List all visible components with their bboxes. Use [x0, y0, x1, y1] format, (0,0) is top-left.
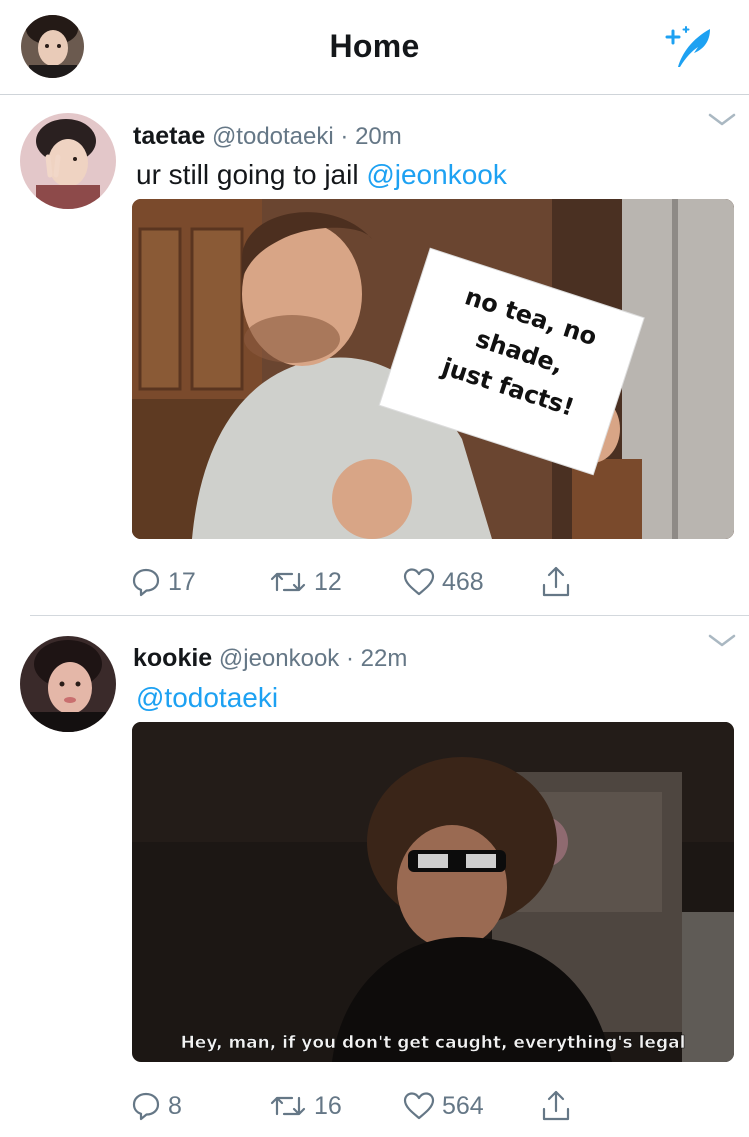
- share-icon: [542, 1090, 570, 1121]
- tweet-options-chevron-icon[interactable]: [706, 632, 738, 650]
- reply-count: 8: [168, 1091, 182, 1120]
- heart-icon: [403, 1092, 435, 1120]
- author-name[interactable]: taetae: [133, 122, 205, 150]
- reply-icon: [132, 568, 160, 597]
- retweet-count: 16: [314, 1091, 342, 1120]
- compose-tweet-button[interactable]: [664, 23, 720, 73]
- heart-icon: [403, 568, 435, 596]
- tweet-media-image[interactable]: no tea, no shade, just facts!: [132, 199, 734, 539]
- mention-link[interactable]: @todotaeki: [136, 682, 278, 713]
- separator-dot: ·: [340, 123, 349, 150]
- like-button[interactable]: 468: [402, 565, 484, 599]
- tweet-body-text: ur still going to jail: [136, 159, 367, 190]
- mention-link[interactable]: @jeonkook: [366, 159, 507, 190]
- retweet-icon: [270, 1096, 306, 1116]
- tweet-media-image[interactable]: Hey, man, if you don't get caught, every…: [132, 722, 734, 1062]
- share-button[interactable]: [540, 565, 572, 599]
- share-button[interactable]: [540, 1089, 572, 1123]
- tweet-header: taetae @todotaeki · 20m: [133, 122, 402, 151]
- like-button[interactable]: 564: [402, 1089, 484, 1123]
- top-bar: Home: [0, 0, 749, 95]
- like-count: 564: [442, 1091, 484, 1120]
- reply-button[interactable]: 17: [130, 565, 196, 599]
- retweet-button[interactable]: 12: [268, 565, 342, 599]
- author-name[interactable]: kookie: [133, 644, 212, 672]
- tweet-actions: 8 16 564: [130, 1089, 590, 1123]
- video-caption: Hey, man, if you don't get caught, every…: [181, 1033, 686, 1053]
- tweet[interactable]: taetae @todotaeki · 20m ur still going t…: [0, 95, 749, 615]
- tweet-actions: 17 12 468: [130, 565, 590, 599]
- share-icon: [542, 566, 570, 597]
- tweet-author-avatar[interactable]: [20, 113, 116, 209]
- separator-dot: ·: [345, 645, 354, 672]
- reply-count: 17: [168, 567, 196, 596]
- retweet-count: 12: [314, 567, 342, 596]
- tweet-timestamp[interactable]: 20m: [355, 123, 402, 150]
- compose-sparkle-icon: [665, 26, 710, 67]
- tweet-text: @todotaeki: [136, 682, 278, 714]
- like-count: 468: [442, 567, 484, 596]
- tweet[interactable]: kookie @jeonkook · 22m @todotaeki Hey, m…: [0, 616, 749, 1137]
- author-handle[interactable]: @todotaeki: [212, 123, 334, 150]
- retweet-icon: [270, 572, 306, 592]
- reply-icon: [132, 1092, 160, 1121]
- author-handle[interactable]: @jeonkook: [219, 645, 339, 672]
- tweet-timestamp[interactable]: 22m: [361, 645, 408, 672]
- reply-button[interactable]: 8: [130, 1089, 182, 1123]
- tweet-options-chevron-icon[interactable]: [706, 111, 738, 129]
- tweet-text: ur still going to jail @jeonkook: [136, 159, 507, 191]
- tweet-author-avatar[interactable]: [20, 636, 116, 732]
- page-title: Home: [329, 28, 420, 64]
- tweet-header: kookie @jeonkook · 22m: [133, 644, 407, 673]
- retweet-button[interactable]: 16: [268, 1089, 342, 1123]
